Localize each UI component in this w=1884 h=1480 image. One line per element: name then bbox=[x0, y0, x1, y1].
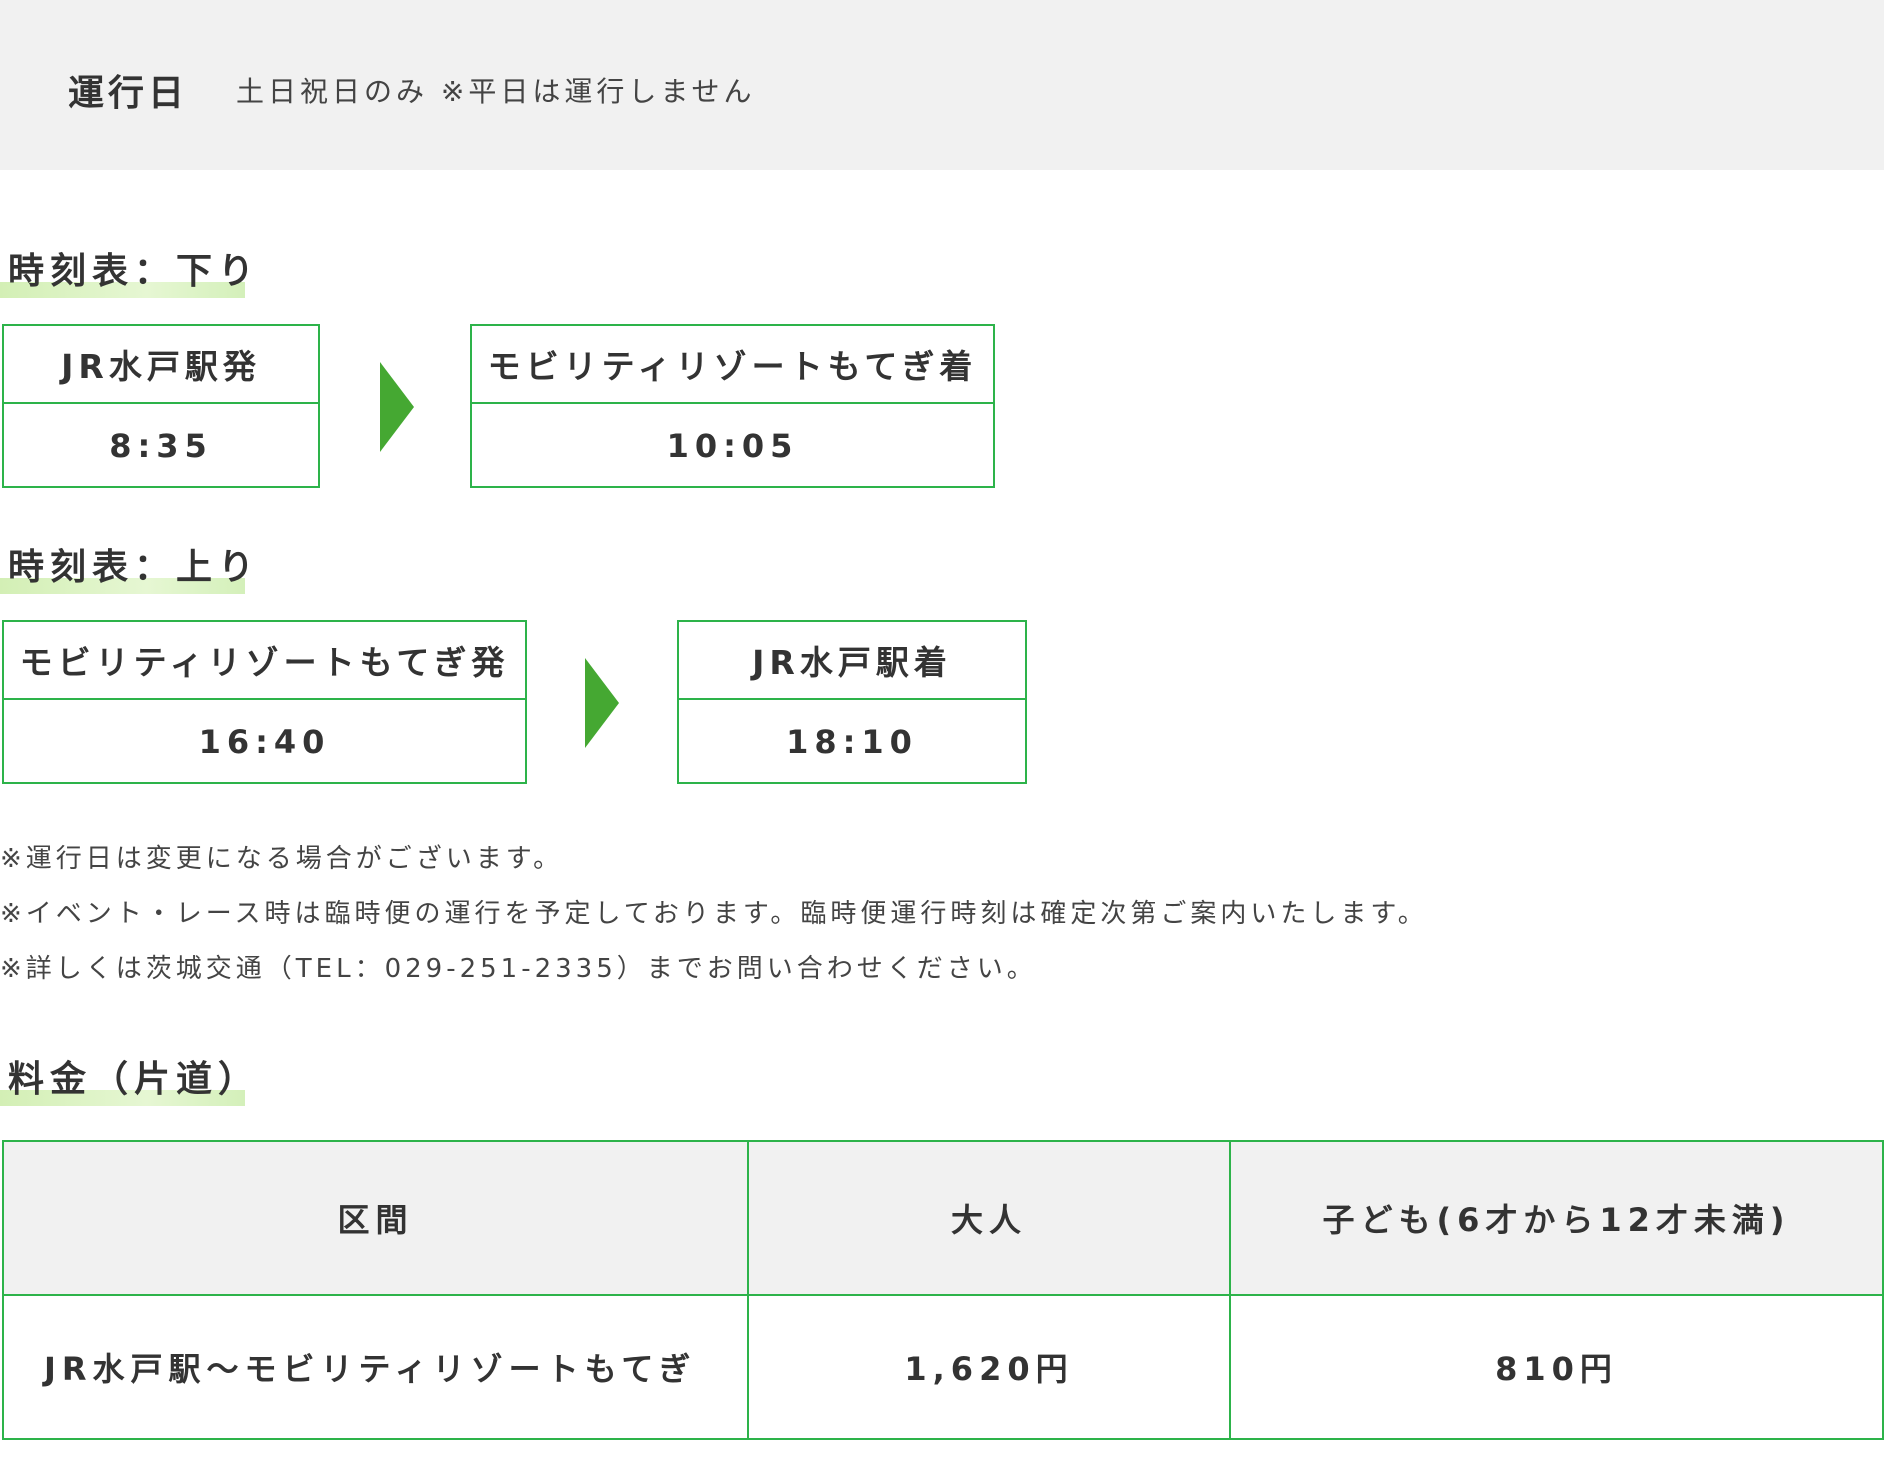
timetable-up-arrival-box: JR水戸駅着 18:10 bbox=[677, 620, 1027, 784]
timetable-up-departure-box: モビリティリゾートもてぎ発 16:40 bbox=[2, 620, 527, 784]
departure-station: モビリティリゾートもてぎ発 bbox=[4, 622, 525, 700]
fare-table-header-row: 区間 大人 子ども(6才から12才未満) bbox=[2, 1140, 1884, 1296]
table-row: JR水戸駅～モビリティリゾートもてぎ 1,620円 810円 bbox=[2, 1294, 1884, 1440]
operation-banner: 運行日 土日祝日のみ ※平日は運行しません bbox=[0, 0, 1884, 170]
departure-station: JR水戸駅発 bbox=[4, 326, 318, 404]
timetable-down-departure-box: JR水戸駅発 8:35 bbox=[2, 324, 320, 488]
operation-label: 運行日 bbox=[68, 73, 189, 114]
arrow-right-icon bbox=[585, 658, 619, 748]
note-schedule-change: ※運行日は変更になる場合がございます。 bbox=[0, 844, 564, 874]
arrow-right-icon bbox=[380, 362, 414, 452]
timetable-down-heading-text: 時刻表：下り bbox=[8, 251, 261, 292]
fare-child-price: 810円 bbox=[1229, 1294, 1884, 1440]
arrival-station: モビリティリゾートもてぎ着 bbox=[472, 326, 993, 404]
arrival-time: 18:10 bbox=[786, 723, 918, 761]
departure-time: 8:35 bbox=[109, 427, 213, 465]
timetable-up-heading: 時刻表：上り bbox=[0, 538, 260, 594]
fare-route: JR水戸駅～モビリティリゾートもてぎ bbox=[2, 1294, 749, 1440]
note-special-service: ※イベント・レース時は臨時便の運行を予定しております。臨時便運行時刻は確定次第ご… bbox=[0, 899, 1428, 929]
note-contact: ※詳しくは茨城交通（TEL：029-251-2335）までお問い合わせください。 bbox=[0, 954, 1037, 984]
fare-header-child: 子ども(6才から12才未満) bbox=[1229, 1140, 1884, 1296]
timetable-down-arrival-box: モビリティリゾートもてぎ着 10:05 bbox=[470, 324, 995, 488]
arrival-station: JR水戸駅着 bbox=[679, 622, 1025, 700]
fare-heading-text: 料金（片道） bbox=[8, 1059, 261, 1100]
timetable-down-heading: 時刻表：下り bbox=[0, 242, 260, 298]
timetable-up-heading-text: 時刻表：上り bbox=[8, 547, 261, 588]
fare-heading: 料金（片道） bbox=[0, 1050, 260, 1106]
departure-time: 16:40 bbox=[198, 723, 331, 761]
fare-header-adult: 大人 bbox=[747, 1140, 1231, 1296]
arrival-time: 10:05 bbox=[666, 427, 799, 465]
operation-value: 土日祝日のみ ※平日は運行しません bbox=[236, 75, 756, 108]
fare-table: 区間 大人 子ども(6才から12才未満) JR水戸駅～モビリティリゾートもてぎ … bbox=[2, 1140, 1884, 1440]
fare-adult-price: 1,620円 bbox=[747, 1294, 1231, 1440]
fare-header-section: 区間 bbox=[2, 1140, 749, 1296]
